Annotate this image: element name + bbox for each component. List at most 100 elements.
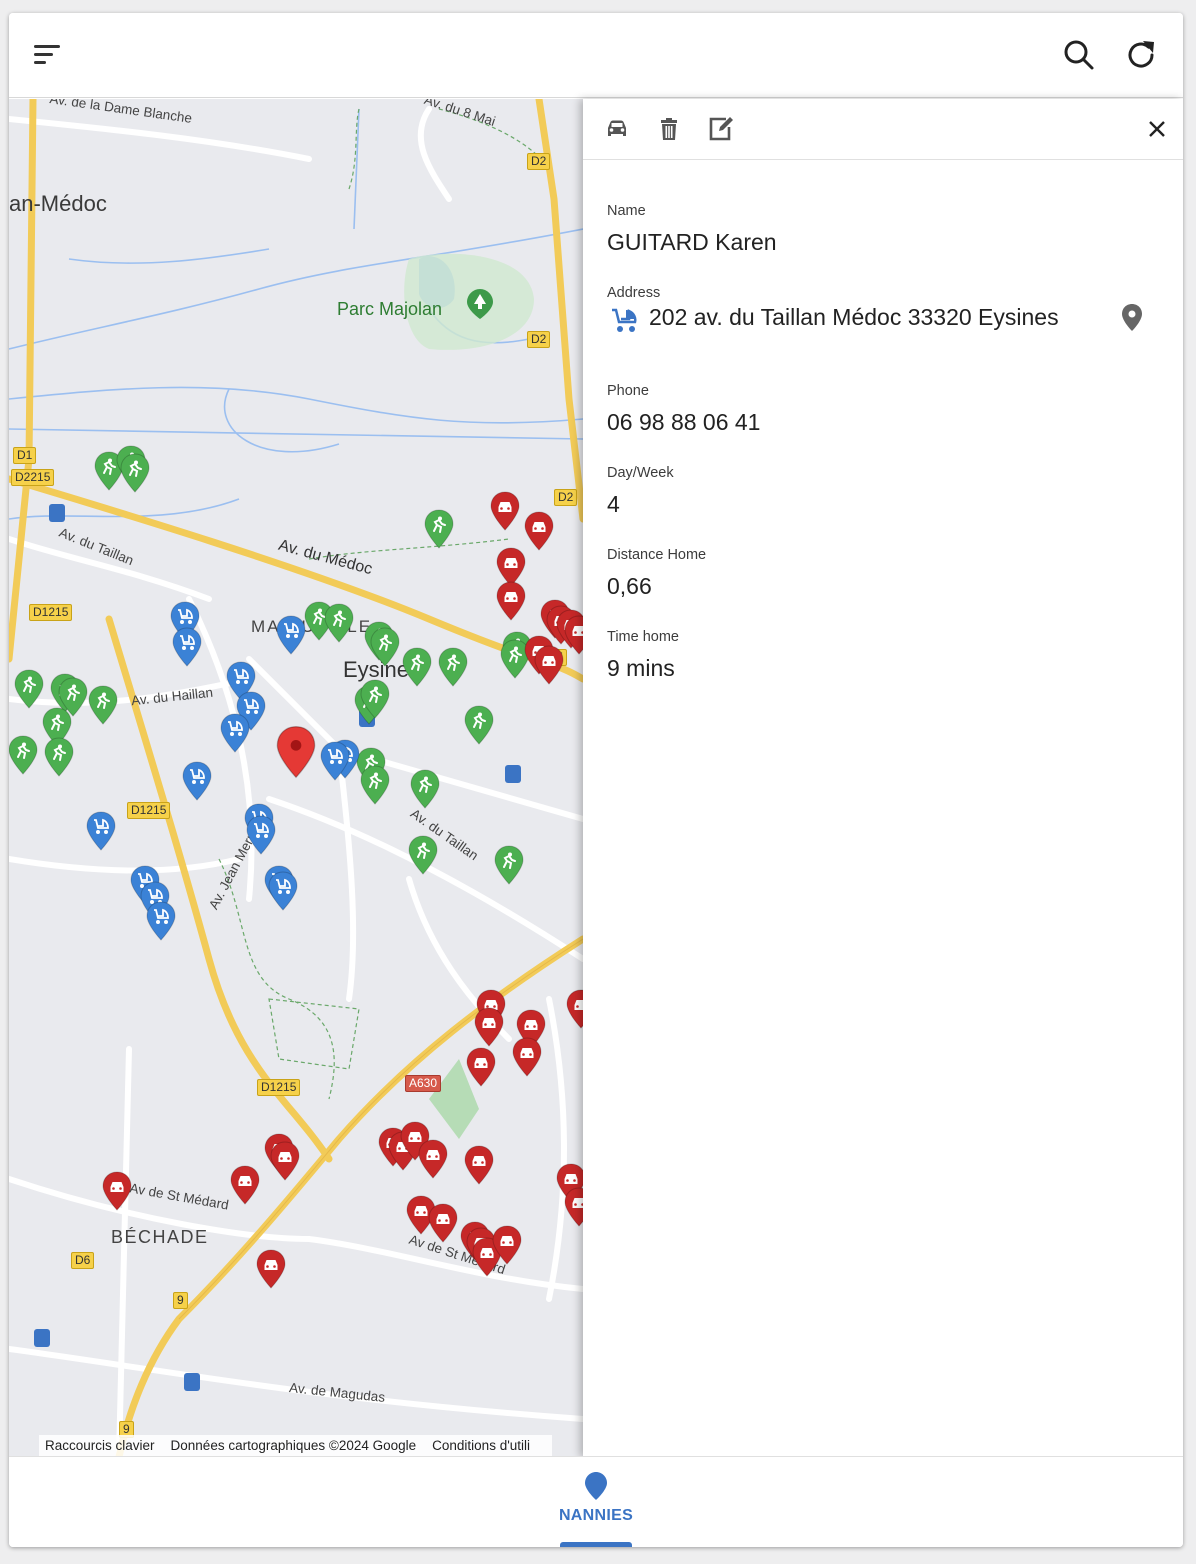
nanny-marker-green[interactable]: [410, 769, 440, 809]
selected-location-marker[interactable]: [276, 725, 316, 779]
nanny-marker-red[interactable]: [418, 1139, 448, 1179]
nanny-marker-blue[interactable]: [182, 761, 212, 801]
nanny-marker-red[interactable]: [270, 1141, 300, 1181]
name-value: GUITARD Karen: [607, 229, 777, 255]
road-shield-d1215: D1215: [257, 1079, 301, 1096]
nanny-marker-red[interactable]: [490, 491, 520, 531]
nanny-marker-green[interactable]: [360, 679, 390, 719]
map-pin-icon[interactable]: [1121, 303, 1143, 333]
app-window: an-Médoc Parc Majolan MA OUVILLE Eysines…: [9, 13, 1183, 1547]
time-label: Time home: [607, 629, 679, 645]
stroller-icon: [609, 307, 639, 335]
nanny-marker-red[interactable]: [492, 1225, 522, 1265]
nanny-marker-green[interactable]: [88, 685, 118, 725]
nanny-marker-blue[interactable]: [146, 901, 176, 941]
nanny-marker-green[interactable]: [370, 627, 400, 667]
transit-icon: [34, 1329, 50, 1347]
nanny-marker-red[interactable]: [534, 645, 564, 685]
nanny-marker-green[interactable]: [402, 647, 432, 687]
nav-nannies-label: NANNIES: [558, 1507, 634, 1524]
close-icon[interactable]: [1143, 115, 1171, 143]
nanny-marker-blue[interactable]: [276, 615, 306, 655]
nanny-marker-green[interactable]: [9, 735, 38, 775]
nav-nannies-tab[interactable]: NANNIES: [549, 1471, 643, 1547]
time-value: 9 mins: [607, 655, 675, 681]
edit-icon[interactable]: [707, 115, 735, 143]
place-label-bechade: BÉCHADE: [111, 1227, 209, 1247]
nanny-marker-green[interactable]: [324, 603, 354, 643]
nanny-marker-red[interactable]: [566, 989, 583, 1029]
nanny-marker-green[interactable]: [424, 509, 454, 549]
nanny-marker-red[interactable]: [466, 1047, 496, 1087]
nanny-marker-green[interactable]: [408, 835, 438, 875]
nanny-marker-red[interactable]: [428, 1203, 458, 1243]
nanny-marker-blue[interactable]: [172, 627, 202, 667]
detail-panel: Name GUITARD Karen Address 202 av. du Ta…: [583, 99, 1183, 1457]
phone-field: Phone 06 98 88 06 41: [607, 383, 760, 436]
nanny-marker-red[interactable]: [464, 1145, 494, 1185]
nanny-marker-red[interactable]: [256, 1249, 286, 1289]
dayweek-value: 4: [607, 491, 620, 517]
park-tree-icon: [467, 289, 493, 319]
time-field: Time home 9 mins: [607, 629, 679, 682]
nanny-marker-red[interactable]: [524, 511, 554, 551]
nanny-marker-blue[interactable]: [320, 741, 350, 781]
road-shield-d1215: D1215: [29, 604, 73, 621]
location-pin-icon: [549, 1471, 643, 1501]
active-tab-indicator: [560, 1542, 632, 1547]
nanny-marker-blue[interactable]: [246, 815, 276, 855]
refresh-icon[interactable]: [1123, 37, 1159, 73]
nanny-marker-red[interactable]: [564, 1187, 583, 1227]
distance-label: Distance Home: [607, 547, 707, 563]
nanny-marker-blue[interactable]: [268, 871, 298, 911]
nanny-marker-green[interactable]: [14, 669, 44, 709]
phone-value[interactable]: 06 98 88 06 41: [607, 409, 760, 436]
nanny-marker-green[interactable]: [120, 453, 150, 493]
nanny-marker-blue[interactable]: [220, 713, 250, 753]
road-shield-d6: D6: [71, 1252, 95, 1269]
place-label-parc-majolan: Parc Majolan: [337, 299, 443, 319]
nanny-marker-green[interactable]: [494, 845, 524, 885]
nanny-marker-red[interactable]: [564, 615, 583, 655]
map-view[interactable]: an-Médoc Parc Majolan MA OUVILLE Eysines…: [9, 99, 583, 1457]
keyboard-shortcuts-link[interactable]: Raccourcis clavier: [45, 1438, 155, 1453]
road-shield-9: 9: [173, 1292, 188, 1309]
nanny-marker-green[interactable]: [464, 705, 494, 745]
trash-icon[interactable]: [655, 115, 683, 143]
nanny-marker-green[interactable]: [438, 647, 468, 687]
nanny-marker-red[interactable]: [474, 1007, 504, 1047]
name-label: Name: [607, 203, 646, 219]
name-field: Name GUITARD Karen: [607, 203, 777, 256]
nanny-marker-red[interactable]: [496, 581, 526, 621]
panel-toolbar: [583, 99, 1183, 160]
top-app-bar: [9, 13, 1183, 98]
distance-value: 0,66: [607, 573, 652, 599]
road-shield-d1215: D1215: [127, 802, 171, 819]
search-icon[interactable]: [1061, 37, 1097, 73]
nanny-marker-green[interactable]: [360, 765, 390, 805]
transit-icon: [505, 765, 521, 783]
terms-link[interactable]: Conditions d'utili: [432, 1438, 530, 1453]
nanny-marker-red[interactable]: [102, 1171, 132, 1211]
nanny-marker-blue[interactable]: [86, 811, 116, 851]
car-icon[interactable]: [603, 115, 631, 143]
map-data-credit: Données cartographiques ©2024 Google: [170, 1438, 417, 1453]
address-value: 202 av. du Taillan Médoc 33320 Eysines: [649, 304, 1059, 330]
transit-icon: [184, 1373, 200, 1391]
road-shield-d2: D2: [527, 153, 551, 170]
road-shield-a630: A630: [405, 1075, 442, 1092]
nanny-marker-red[interactable]: [230, 1165, 260, 1205]
address-row: 202 av. du Taillan Médoc 33320 Eysines: [607, 299, 1147, 339]
road-shield-d2215: D2215: [11, 469, 55, 486]
road-shield-d2: D2: [554, 489, 578, 506]
bottom-navigation: NANNIES: [9, 1456, 1183, 1547]
transit-icon: [49, 504, 65, 522]
dayweek-label: Day/Week: [607, 465, 674, 481]
road-shield-d1: D1: [13, 447, 37, 464]
nanny-marker-red[interactable]: [512, 1037, 542, 1077]
phone-label: Phone: [607, 383, 649, 399]
map-attribution: Raccourcis clavier Données cartographique…: [39, 1435, 553, 1457]
menu-sort-icon[interactable]: [29, 37, 65, 73]
dayweek-field: Day/Week 4: [607, 465, 674, 518]
nanny-marker-green[interactable]: [44, 737, 74, 777]
